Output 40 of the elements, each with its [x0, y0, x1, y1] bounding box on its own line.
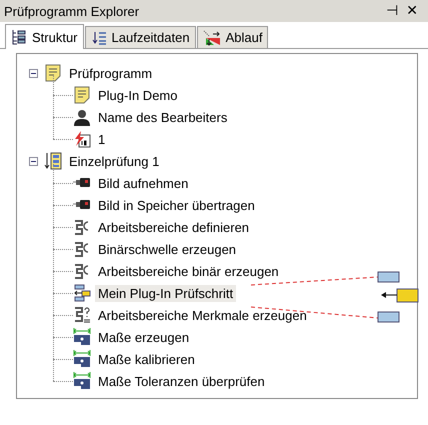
close-button[interactable]: ✕: [402, 3, 422, 19]
tree-item[interactable]: Plug-In Demo: [95, 86, 180, 104]
structure-icon: [11, 29, 27, 45]
tree-item[interactable]: Prüfprogramm: [66, 64, 156, 82]
measure-icon: [73, 372, 91, 390]
tree-item[interactable]: Arbeitsbereiche Merkmale erzeugen: [95, 306, 310, 324]
tree-item[interactable]: Maße kalibrieren: [95, 350, 198, 368]
plugin-step-icon: [73, 284, 91, 302]
pin-button[interactable]: ⊣: [382, 3, 402, 19]
region-icon: [73, 262, 91, 280]
region-icon: [73, 240, 91, 258]
tree-item[interactable]: Maße erzeugen: [95, 328, 192, 346]
tab[interactable]: Struktur: [5, 24, 84, 49]
tree-item[interactable]: Name des Bearbeiters: [95, 108, 230, 126]
flow-icon: [202, 30, 221, 46]
tree-item[interactable]: Binärschwelle erzeugen: [95, 240, 240, 258]
collapse-toggle[interactable]: [29, 68, 38, 78]
plugin-diagram-drawing: [378, 272, 418, 322]
collapse-toggle[interactable]: [29, 156, 38, 166]
measure-icon: [73, 328, 91, 346]
tree-item[interactable]: Einzelprüfung 1: [66, 152, 162, 170]
document-icon: [44, 64, 62, 82]
tree-item[interactable]: Bild aufnehmen: [95, 174, 192, 192]
window-title: Prüfprogramm Explorer: [4, 4, 140, 18]
tab[interactable]: Ablauf: [196, 26, 268, 48]
tree-item[interactable]: Arbeitsbereiche definieren: [95, 218, 252, 236]
tab[interactable]: Laufzeitdaten: [84, 26, 196, 48]
tree-item[interactable]: Bild in Speicher übertragen: [95, 196, 258, 214]
measure-icon: [73, 350, 91, 368]
region-question-icon: [73, 306, 91, 324]
document-icon: [73, 86, 91, 104]
tree-item[interactable]: Arbeitsbereiche binär erzeugen: [95, 262, 282, 280]
sort-list-icon: [90, 30, 107, 46]
tree-item[interactable]: Mein Plug-In Prüfschritt: [95, 284, 236, 302]
tree-item[interactable]: 1: [95, 130, 108, 148]
checklist-icon: [44, 152, 62, 170]
tree-item[interactable]: Maße Toleranzen überprüfen: [95, 372, 268, 390]
region-icon: [73, 218, 91, 236]
person-icon: [73, 108, 91, 126]
id-card-icon: [73, 130, 91, 148]
